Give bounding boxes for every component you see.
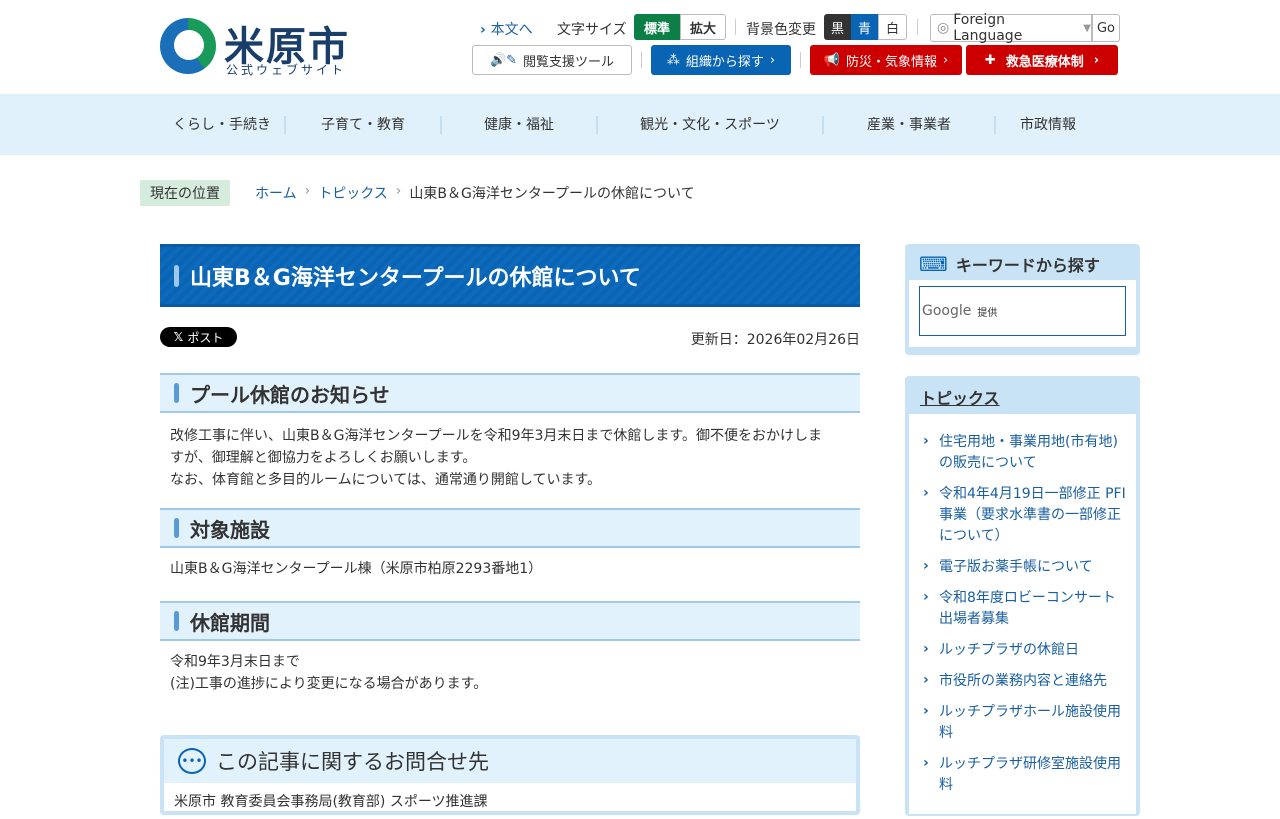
bg-white-button[interactable]: 白	[878, 14, 907, 40]
notice-text: 改修工事に伴い、山東B＆G海洋センタープールを令和9年3月末日まで休館します。御…	[170, 425, 850, 491]
breadcrumb-label: 現在の位置	[140, 180, 230, 206]
contact-heading-text: この記事に関するお問合せ先	[216, 750, 489, 774]
contact-heading: ••• この記事に関するお問合せ先	[164, 739, 856, 783]
chevron-right-icon: ›	[1093, 52, 1100, 68]
search-container: Google 提供	[909, 280, 1136, 347]
google-logo: Google	[922, 303, 972, 319]
city-logo-icon[interactable]	[160, 18, 216, 74]
topics-heading[interactable]: トピックス	[909, 380, 1136, 414]
divider	[641, 52, 642, 68]
reading-tool-label: 閲覧支援ツール	[523, 54, 615, 70]
globe-icon: ◎	[937, 20, 950, 36]
contact-department: 米原市 教育委員会事務局(教育部) スポーツ推進課	[174, 794, 488, 810]
chevron-right-icon: ›	[943, 52, 949, 68]
emergency-medical-button[interactable]: ✚ 救急医療体制 ›	[966, 45, 1118, 75]
topic-link[interactable]: ルッチプラザホール施設使用料	[919, 701, 1126, 744]
language-go-button[interactable]: Go	[1092, 14, 1120, 42]
org-search-label: 組織から探す	[685, 54, 764, 70]
topic-link[interactable]: 令和4年4月19日一部修正 PFI事業（要求水準書の一部修正について）	[919, 483, 1126, 547]
chevron-right-icon: ›	[304, 183, 311, 199]
breadcrumb-topics[interactable]: トピックス	[318, 183, 388, 203]
speaker-pencil-icon: 🔊✎	[489, 52, 518, 68]
updated-date: 更新日：2026年02月26日	[690, 332, 860, 348]
period-text: 令和9年3月末日まで (注)工事の進捗により変更になる場合があります。	[170, 651, 850, 695]
org-search-button[interactable]: ⁂ 組織から探す ›	[651, 45, 791, 75]
topics-list-container: 住宅用地・事業用地(市有地)の販売について 令和4年4月19日一部修正 PFI事…	[909, 414, 1136, 814]
text-line: すが、御理解と御協力をよろしくお願いします。	[170, 450, 477, 466]
language-value: Foreign Language	[953, 12, 1023, 44]
topic-link[interactable]: 市役所の業務内容と連絡先	[919, 670, 1126, 692]
divider	[800, 52, 801, 68]
chevron-right-icon: ›	[395, 183, 402, 199]
dropdown-arrow-icon: ▼	[1083, 22, 1091, 34]
text-line: 令和9年3月末日まで	[170, 654, 300, 670]
section-heading-facility: 対象施設	[160, 508, 860, 548]
disaster-label: 防災・気象情報	[845, 54, 937, 70]
font-size-label: 文字サイズ	[557, 22, 627, 38]
disaster-info-button[interactable]: 📢 防災・気象情報 ›	[810, 45, 962, 75]
text-line: (注)工事の進捗により変更になる場合があります。	[170, 676, 488, 692]
nav-item-health[interactable]: 健康・福祉	[442, 115, 598, 134]
emergency-label: 救急医療体制	[1005, 54, 1084, 70]
breadcrumb-home[interactable]: ホーム	[255, 183, 297, 203]
topic-link[interactable]: ルッチプラザ研修室施設使用料	[919, 753, 1126, 796]
nav-item-living[interactable]: くらし・手続き	[160, 115, 286, 134]
topic-link[interactable]: ルッチプラザの休館日	[919, 639, 1126, 661]
reading-tool-button[interactable]: 🔊✎ 閲覧支援ツール	[472, 45, 632, 75]
x-post-button[interactable]: 𝕏 ポスト	[160, 327, 237, 347]
x-logo-icon: 𝕏	[173, 330, 184, 344]
bg-blue-button[interactable]: 青	[851, 14, 878, 40]
nav-item-tourism[interactable]: 観光・文化・スポーツ	[598, 115, 824, 134]
breadcrumb-current: 山東B＆G海洋センタープールの休館について	[409, 186, 695, 202]
text-line: 改修工事に伴い、山東B＆G海洋センタープールを令和9年3月末日まで休館します。御…	[170, 428, 823, 444]
breadcrumb: ホーム › トピックス › 山東B＆G海洋センタープールの休館について	[255, 183, 695, 203]
provided-label: 提供	[977, 307, 998, 319]
topic-link[interactable]: 令和8年度ロビーコンサート出場者募集	[919, 587, 1126, 630]
facility-text: 山東B＆G海洋センタープール棟（米原市柏原2293番地1）	[170, 561, 543, 577]
google-search-input[interactable]: Google 提供	[919, 286, 1126, 336]
megaphone-icon: 📢	[823, 52, 840, 68]
chevron-right-icon: ›	[480, 22, 491, 38]
text-line: なお、体育館と多目的ルームについては、通常通り開館しています。	[170, 472, 602, 488]
page-title: 山東B＆G海洋センタープールの休館について	[160, 244, 860, 307]
topics-box: トピックス 住宅用地・事業用地(市有地)の販売について 令和4年4月19日一部修…	[905, 376, 1140, 816]
nav-item-childcare[interactable]: 子育て・教育	[286, 115, 442, 134]
nav-item-industry[interactable]: 産業・事業者	[824, 115, 996, 134]
speech-bubble-icon: •••	[178, 748, 206, 774]
contact-box: ••• この記事に関するお問合せ先 米原市 教育委員会事務局(教育部) スポーツ推…	[160, 735, 860, 815]
font-standard-button[interactable]: 標準	[634, 14, 680, 40]
topics-list: 住宅用地・事業用地(市有地)の販売について 令和4年4月19日一部修正 PFI事…	[919, 431, 1126, 796]
skip-label: 本文へ	[490, 22, 533, 38]
topic-link[interactable]: 電子版お薬手帳について	[919, 556, 1126, 578]
nav-item-city-admin[interactable]: 市政情報	[996, 116, 1100, 134]
keyboard-icon: ⌨	[919, 252, 948, 276]
divider	[735, 19, 736, 35]
hospital-icon: ✚	[984, 52, 996, 68]
bg-black-button[interactable]: 黒	[824, 14, 851, 40]
keyword-search-heading: ⌨ キーワードから探す	[909, 248, 1136, 280]
font-large-button[interactable]: 拡大	[680, 14, 726, 40]
section-heading-period: 休館期間	[160, 601, 860, 641]
topic-link[interactable]: 住宅用地・事業用地(市有地)の販売について	[919, 431, 1126, 474]
language-select[interactable]: ◎ Foreign Language ▼	[930, 12, 1092, 44]
divider	[917, 19, 918, 35]
keyword-search-box: ⌨ キーワードから探す Google 提供	[905, 244, 1140, 355]
skip-to-content-link[interactable]: › 本文へ	[480, 19, 533, 39]
site-subtitle: 公式ウェブサイト	[226, 63, 347, 77]
bg-color-label: 背景色変更	[746, 22, 816, 38]
keyword-title: キーワードから探す	[955, 256, 1100, 275]
org-chart-icon: ⁂	[666, 52, 680, 68]
post-label: ポスト	[187, 330, 224, 345]
global-nav: くらし・手続き 子育て・教育 健康・福祉 観光・文化・スポーツ 産業・事業者 市…	[0, 94, 1280, 155]
chevron-right-icon: ›	[769, 52, 776, 68]
section-heading-notice: プール休館のお知らせ	[160, 373, 860, 413]
